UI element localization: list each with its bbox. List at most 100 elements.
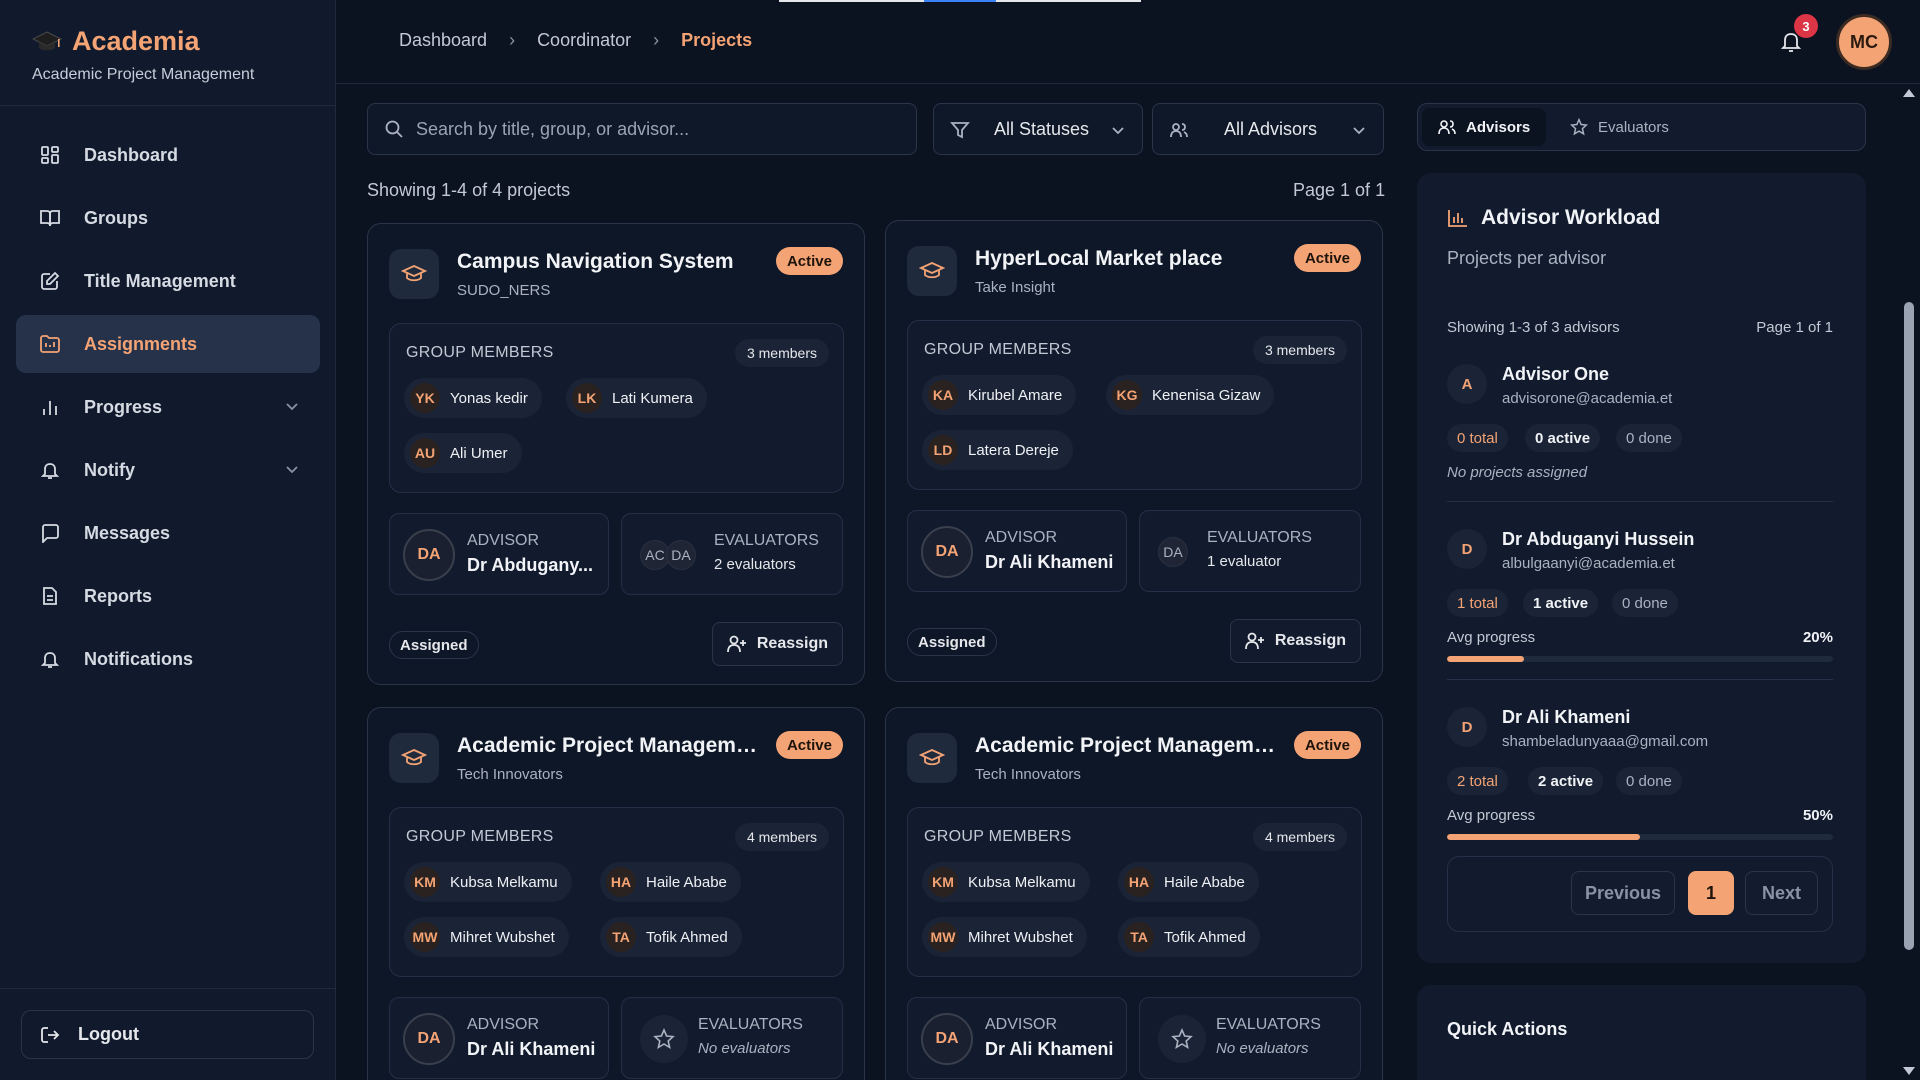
panel-title: Advisor Workload: [1447, 206, 1660, 230]
notification-badge: 3: [1794, 14, 1818, 38]
project-card: Academic Project Management System Tech …: [885, 707, 1383, 1080]
scrollbar-thumb[interactable]: [1904, 302, 1914, 950]
previous-page-button[interactable]: Previous: [1571, 871, 1675, 915]
active-count-badge: 0 active: [1525, 424, 1601, 452]
sidebar: Academia Academic Project Management Das…: [0, 0, 336, 1080]
active-count-badge: 1 active: [1523, 589, 1599, 617]
project-card: Academic Project Management System Tech …: [367, 707, 865, 1080]
results-count: Showing 1-4 of 4 projects: [367, 180, 571, 200]
member-name: Yonas kedir: [450, 389, 528, 407]
page-1-button[interactable]: 1: [1688, 871, 1734, 915]
tab-label: Evaluators: [1598, 118, 1669, 136]
advisor-section: DA ADVISOR Dr Abdugany...: [389, 513, 609, 595]
graduation-cap-icon: [389, 733, 439, 783]
sidebar-item-title-management[interactable]: Title Management: [16, 252, 320, 310]
scroll-up-arrow-icon[interactable]: [1903, 89, 1915, 97]
advisor-item[interactable]: D Dr Ali Khameni shambeladunyaaa@gmail.c…: [1447, 707, 1833, 847]
active-count-badge: 2 active: [1528, 767, 1604, 795]
advisor-item[interactable]: A Advisor One advisorone@academia.et 0 t…: [1447, 364, 1833, 484]
project-title[interactable]: Academic Project Management System: [457, 734, 762, 758]
sidebar-item-label: Title Management: [84, 270, 236, 291]
member-name: Tofik Ahmed: [1164, 928, 1246, 946]
reassign-button[interactable]: Reassign: [711, 622, 843, 666]
sidebar-item-notify[interactable]: Notify: [16, 441, 320, 499]
users-icon: [1170, 123, 1188, 138]
advisor-item[interactable]: D Dr Abduganyi Hussein albulgaanyi@acade…: [1447, 529, 1833, 669]
members-count-badge: 4 members: [1252, 823, 1347, 851]
member-initials: KA: [928, 380, 958, 410]
sidebar-item-label: Progress: [84, 396, 163, 417]
member-chip: KG Kenenisa Gizaw: [1106, 375, 1275, 415]
member-initials: TA: [1124, 922, 1154, 952]
sidebar-item-progress[interactable]: Progress: [16, 378, 320, 436]
reassign-button[interactable]: Reassign: [1229, 619, 1361, 663]
advisor-name: Dr Abdugany...: [467, 555, 593, 575]
tab-advisors[interactable]: Advisors: [1422, 108, 1547, 146]
sidebar-item-label: Reports: [84, 585, 153, 606]
advisor-filter-select[interactable]: All Advisors: [1152, 103, 1384, 155]
member-initials: KM: [928, 867, 958, 897]
project-title[interactable]: HyperLocal Market place: [975, 247, 1222, 271]
star-icon: [1570, 118, 1588, 136]
sidebar-item-notifications[interactable]: Notifications: [16, 630, 320, 688]
logout-icon: [41, 1026, 60, 1043]
assignment-status-badge: Assigned: [907, 628, 997, 656]
status-badge: Active: [1293, 731, 1361, 759]
chevron-right-icon: ›: [509, 30, 516, 50]
sidebar-item-assignments[interactable]: Assignments: [16, 315, 320, 373]
advisor-avatar: DA: [921, 526, 973, 578]
scroll-down-arrow-icon[interactable]: [1903, 1067, 1915, 1075]
member-chip: MW Mihret Wubshet: [922, 917, 1087, 957]
brand[interactable]: Academia: [32, 26, 200, 57]
brand-subtitle: Academic Project Management: [32, 66, 255, 83]
sidebar-item-label: Dashboard: [84, 144, 179, 165]
breadcrumb-dashboard[interactable]: Dashboard: [399, 30, 487, 51]
member-initials: YK: [410, 383, 440, 413]
next-page-button[interactable]: Next: [1745, 871, 1818, 915]
logout-button[interactable]: Logout: [21, 1010, 314, 1059]
project-title[interactable]: Campus Navigation System: [457, 250, 734, 274]
dashboard-icon: [38, 143, 62, 167]
brand-name: Academia: [72, 26, 200, 56]
tab-label: Advisors: [1466, 118, 1531, 136]
sidebar-nav: Dashboard Groups Title Management Assign…: [16, 126, 320, 693]
member-chip: MW Mihret Wubshet: [404, 917, 569, 957]
group-members-section: GROUP MEMBERS 3 members KA Kirubel Amare …: [907, 320, 1362, 490]
star-icon: [640, 1015, 688, 1063]
sidebar-item-label: Notify: [84, 459, 135, 480]
sidebar-item-dashboard[interactable]: Dashboard: [16, 126, 320, 184]
search-input[interactable]: [416, 118, 896, 140]
advisor-name: Dr Ali Khameni: [1502, 707, 1631, 727]
sidebar-item-reports[interactable]: Reports: [16, 567, 320, 625]
members-label: GROUP MEMBERS: [406, 344, 554, 361]
members-label: GROUP MEMBERS: [406, 828, 554, 845]
user-avatar[interactable]: MC: [1836, 14, 1892, 70]
member-name: Kubsa Melkamu: [968, 873, 1076, 891]
sidebar-item-messages[interactable]: Messages: [16, 504, 320, 562]
loading-bar: [996, 0, 1141, 2]
member-chip: KM Kubsa Melkamu: [404, 862, 572, 902]
member-chip: KA Kirubel Amare: [922, 375, 1077, 415]
quick-actions-title: Quick Actions: [1447, 1019, 1568, 1039]
search-box: [367, 103, 917, 155]
status-filter-select[interactable]: All Statuses: [933, 103, 1143, 155]
advisor-avatar: D: [1447, 529, 1487, 569]
filter-icon: [950, 122, 970, 139]
evaluators-label: EVALUATORS: [1207, 529, 1312, 546]
assignment-icon: [38, 332, 62, 356]
member-chip: LD Latera Dereje: [922, 430, 1073, 470]
report-icon: [38, 584, 62, 608]
project-card: HyperLocal Market place Take Insight Act…: [885, 220, 1383, 682]
quick-actions-panel: Quick Actions: [1417, 985, 1866, 1080]
advisor-label: ADVISOR: [985, 529, 1058, 546]
tab-evaluators[interactable]: Evaluators: [1554, 108, 1685, 146]
member-initials: AU: [410, 438, 440, 468]
project-title[interactable]: Academic Project Management System: [975, 734, 1280, 758]
reassign-label: Reassign: [756, 635, 828, 652]
sidebar-item-groups[interactable]: Groups: [16, 189, 320, 247]
page-scrollbar[interactable]: [1898, 84, 1920, 1080]
user-plus-icon: [1244, 632, 1264, 650]
member-chip: TA Tofik Ahmed: [1118, 917, 1260, 957]
status-filter-value: All Statuses: [994, 119, 1090, 139]
breadcrumb-coordinator[interactable]: Coordinator: [537, 30, 631, 51]
